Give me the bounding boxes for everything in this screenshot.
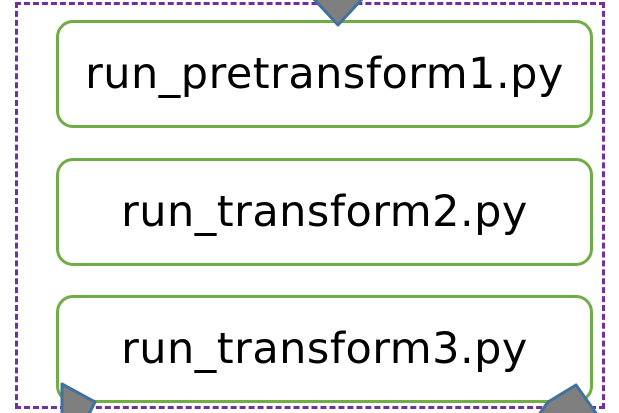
step-label: run_transform2.py: [121, 187, 528, 237]
step-box-pretransform1[interactable]: run_pretransform1.py: [56, 20, 593, 128]
step-box-transform3[interactable]: run_transform3.py: [56, 295, 593, 403]
step-label: run_transform3.py: [121, 324, 528, 374]
step-box-transform2[interactable]: run_transform2.py: [56, 158, 593, 266]
step-label: run_pretransform1.py: [85, 49, 564, 99]
